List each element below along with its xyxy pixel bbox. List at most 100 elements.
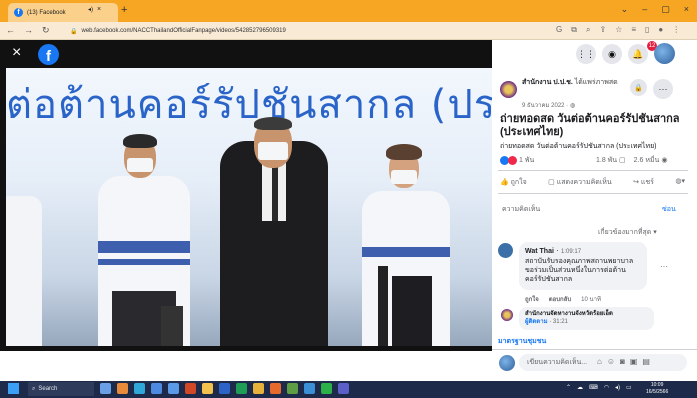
comment-bubble-icon: ▢ (619, 157, 626, 164)
maximize-button[interactable]: ▢ (661, 4, 670, 15)
comment-avatar[interactable] (501, 309, 513, 321)
post-date-text[interactable]: 9 ธันวาคม 2022 · (522, 103, 570, 109)
share-icon[interactable]: ⇪ (599, 25, 606, 35)
sidebar-icon[interactable]: ▯ (645, 25, 649, 35)
reactions-count: 1 พัน (519, 157, 535, 164)
firefox-icon[interactable] (270, 383, 281, 394)
profile-icon[interactable]: ● (658, 25, 663, 35)
back-icon[interactable]: ← (6, 25, 15, 36)
browser-menu-icon[interactable]: ⋮ (672, 25, 680, 35)
comment-actions: ถูกใจ ตอบกลับ 10 นาที (525, 294, 601, 304)
reload-icon[interactable]: ↻ (42, 25, 50, 36)
url-field[interactable]: 🔒 web.facebook.com/NACCThailandOfficialF… (70, 25, 590, 37)
file-explorer-icon[interactable] (202, 383, 213, 394)
commenter-role: ผู้ติดตาม (525, 319, 548, 325)
gif-icon[interactable]: ▣ (630, 357, 638, 366)
views-wrap: 2.6 หมื่น ◉ (634, 155, 668, 166)
comment-sort-selector[interactable]: เกี่ยวข้องมากที่สุด ▾ (598, 227, 657, 238)
like-button[interactable]: 👍 ถูกใจ (500, 177, 527, 188)
excel-icon[interactable] (236, 383, 247, 394)
sticker-icon[interactable]: ⌂ (597, 357, 602, 366)
new-tab-button[interactable]: + (121, 4, 127, 16)
share-button[interactable]: ↪ แชร์ (633, 177, 654, 188)
mail-icon[interactable] (168, 383, 179, 394)
image-icon[interactable]: ▤ (642, 357, 650, 366)
widgets-icon[interactable] (117, 383, 128, 394)
person-center (220, 141, 328, 346)
bookmark-star-icon[interactable]: ☆ (615, 25, 622, 35)
windows-start-icon[interactable] (8, 383, 19, 394)
notifications-bell-icon[interactable]: 🔔 (628, 44, 648, 64)
tab-close-icon[interactable]: × (97, 6, 101, 13)
speaker-icon[interactable]: ◂) (88, 6, 93, 13)
page-name-text[interactable]: สำนักงาน ป.ป.ช. (522, 79, 573, 86)
menu-grid-icon[interactable]: ⋮⋮ (576, 44, 596, 64)
commenter-name[interactable]: Wat Thai (525, 248, 554, 255)
clock-date: 16/5/2566 (646, 389, 669, 395)
volume-icon[interactable]: ◂) (615, 384, 620, 391)
wifi-icon[interactable]: ◠ (604, 384, 609, 391)
chevron-up-icon[interactable]: ⌃ (566, 384, 571, 391)
hide-comments-link[interactable]: ซ่อน (662, 204, 676, 215)
extension-icon[interactable]: ⧉ (571, 25, 577, 35)
comment-button[interactable]: ▢ แสดงความคิดเห็น (548, 177, 612, 188)
teams-icon[interactable] (338, 383, 349, 394)
lock-icon[interactable]: 🔒 (630, 79, 647, 96)
hair-center (254, 117, 292, 130)
store-icon[interactable] (151, 383, 162, 394)
sort-label: เกี่ยวข้องมากที่สุด (598, 229, 652, 236)
zoom-icon[interactable]: ⌕ (586, 25, 590, 35)
post-date[interactable]: 9 ธันวาคม 2022 · ◍ (522, 100, 575, 110)
camera-icon[interactable]: ◙ (620, 357, 625, 366)
audience-selector[interactable]: ◍▾ (675, 177, 685, 188)
battery-icon[interactable]: ▭ (626, 384, 632, 391)
chrome-icon[interactable] (253, 383, 264, 394)
comment-like-link[interactable]: ถูกใจ (525, 294, 539, 304)
more-options-button[interactable]: ··· (653, 79, 673, 99)
tab-search-icon[interactable]: ⌄ (621, 4, 629, 15)
playlist-icon[interactable]: ≡ (631, 25, 636, 35)
comments-count: 1.8 พัน (596, 157, 618, 164)
line-icon[interactable] (321, 383, 332, 394)
commenter-name[interactable]: สำนักงานจัดหางานจังหวัดร้อยเอ็ด (525, 310, 648, 318)
comment-placeholder: เขียนความคิดเห็น... (527, 359, 588, 366)
emoji-icon[interactable]: ☺ (607, 357, 615, 366)
word-icon[interactable] (219, 383, 230, 394)
minimize-button[interactable]: – (642, 4, 647, 15)
facebook-logo-icon[interactable]: f (38, 44, 59, 65)
share-arrow-icon: ↪ (633, 179, 639, 186)
app-icon[interactable] (287, 383, 298, 394)
task-view-icon[interactable] (100, 383, 111, 394)
translate-icon[interactable]: G (556, 25, 562, 35)
comment-more-icon[interactable]: ··· (660, 262, 668, 271)
chevron-down-icon: ▾ (681, 178, 685, 185)
navigation-buttons: ← → ↻ (6, 25, 50, 36)
forward-icon[interactable]: → (24, 25, 33, 36)
comment-avatar[interactable] (498, 243, 513, 258)
stage-banner-text: ต่อต้านคอร์รัปชันสากล (ประ (6, 82, 492, 128)
comment-reply-link[interactable]: ตอบกลับ (549, 294, 571, 304)
community-standards-link[interactable]: มาตรฐานชุมชน (498, 336, 546, 347)
taskbar-search[interactable]: ⌕ Search (28, 382, 94, 396)
account-avatar[interactable] (654, 43, 675, 64)
page-name[interactable]: สำนักงาน ป.ป.ช. ได้แพร่ภาพสด (522, 78, 626, 87)
messenger-icon[interactable]: ◉ (602, 44, 622, 64)
edge-icon[interactable] (134, 383, 145, 394)
close-video-icon[interactable]: × (12, 44, 21, 62)
keyboard-icon[interactable]: ⌨ (589, 384, 598, 391)
comment-timestamp[interactable]: 1:09:17 (561, 249, 581, 255)
comments-count-wrap[interactable]: 1.8 พัน ▢ (596, 155, 626, 166)
comment-header: Wat Thai · 1:09:17 (525, 246, 582, 255)
cloud-icon[interactable]: ☁ (577, 384, 583, 391)
post-actions: 👍 ถูกใจ ▢ แสดงความคิดเห็น ↪ แชร์ ◍▾ (500, 177, 685, 188)
page-avatar[interactable] (500, 81, 517, 98)
taskbar-clock[interactable]: 10:09 16/5/2566 (646, 382, 668, 396)
share-label: แชร์ (640, 179, 654, 186)
close-window-button[interactable]: × (684, 4, 689, 15)
comment-timestamp[interactable]: 31:21 (553, 319, 568, 325)
photos-icon[interactable] (304, 383, 315, 394)
browser-tab[interactable]: f (13) Facebook (8, 3, 118, 22)
reactions-summary[interactable]: 1 พัน (500, 155, 534, 166)
powerpoint-icon[interactable] (185, 383, 196, 394)
thumbs-up-icon: 👍 (500, 179, 509, 186)
